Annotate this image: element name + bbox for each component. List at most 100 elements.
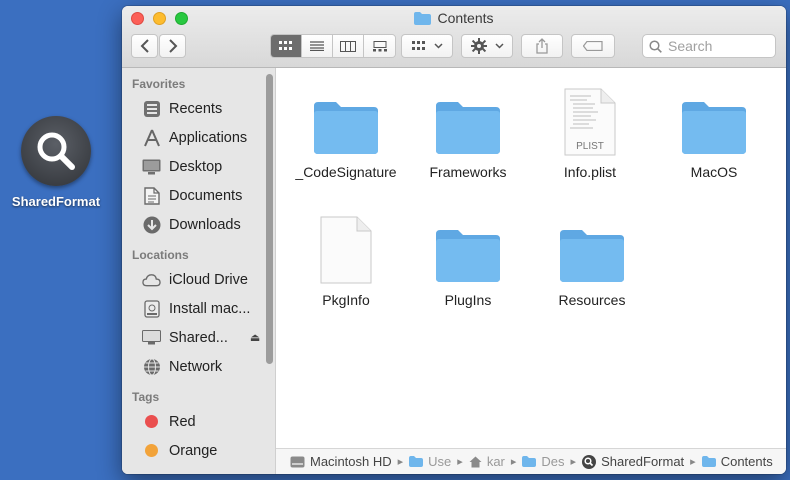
applications-icon	[142, 128, 161, 147]
search-field[interactable]	[642, 34, 776, 58]
folder-icon	[414, 11, 432, 25]
chevron-right-icon: ▸	[510, 456, 517, 468]
sidebar-item-tag-orange[interactable]: Orange	[122, 436, 275, 465]
view-mode-control	[270, 34, 396, 58]
sidebar-item-label: Install mac...	[169, 300, 251, 317]
path-crumb-users[interactable]: Use	[409, 454, 451, 469]
gallery-view-button[interactable]	[364, 35, 395, 57]
eject-icon[interactable]: ⏏	[250, 331, 260, 344]
file-item-frameworks[interactable]: Frameworks	[400, 78, 536, 180]
hard-drive-icon	[290, 456, 305, 467]
sidebar-item-label: Desktop	[169, 158, 223, 175]
display-icon	[142, 328, 161, 347]
sidebar-heading-favorites: Favorites	[132, 77, 186, 91]
plist-badge: PLIST	[576, 141, 604, 152]
path-crumb-macintosh-hd[interactable]: Macintosh HD	[290, 454, 392, 469]
sidebar: Favorites Recents Applications Desktop D…	[122, 68, 276, 474]
download-icon	[142, 215, 161, 234]
crumb-label: SharedFormat	[601, 454, 685, 469]
file-item-plugins[interactable]: PlugIns	[400, 206, 536, 308]
back-button[interactable]	[131, 34, 158, 58]
sidebar-item-shared[interactable]: Shared... ⏏	[122, 323, 275, 352]
sidebar-item-label: Downloads	[169, 216, 241, 233]
folder-icon	[436, 102, 500, 154]
sidebar-scrollbar[interactable]	[266, 74, 273, 364]
crumb-label: Des	[541, 454, 565, 469]
chevron-right-icon: ▸	[570, 456, 577, 468]
file-grid: _CodeSignature Frameworks PLIST Info.pli…	[276, 68, 786, 448]
desktop-icon-label: SharedFormat	[11, 194, 101, 209]
folder-icon	[314, 102, 378, 154]
grid-icon	[279, 41, 292, 50]
sidebar-item-label: Shared...	[169, 329, 228, 346]
sidebar-item-label: Documents	[169, 187, 243, 204]
desktop-icon	[142, 157, 161, 176]
sidebar-item-icloud-drive[interactable]: iCloud Drive	[122, 265, 275, 294]
globe-icon	[142, 357, 161, 376]
file-item-macos[interactable]: MacOS	[646, 78, 782, 180]
folder-icon	[522, 456, 537, 467]
sidebar-item-label: Applications	[169, 129, 248, 146]
sidebar-heading-tags: Tags	[132, 390, 160, 404]
file-name: Resources	[558, 292, 626, 308]
file-name: PlugIns	[444, 292, 492, 308]
gallery-icon	[372, 40, 387, 51]
chevron-right-icon: ▸	[397, 456, 404, 468]
list-view-button[interactable]	[302, 35, 333, 57]
red-tag-dot	[145, 415, 158, 428]
share-button[interactable]	[521, 34, 563, 58]
folder-icon	[682, 102, 746, 154]
sidebar-item-label: iCloud Drive	[169, 271, 248, 288]
chevron-right-icon: ▸	[457, 456, 463, 468]
sidebar-item-label: Orange	[169, 442, 218, 459]
file-name: _CodeSignature	[295, 164, 397, 180]
magnifier-icon	[21, 116, 91, 186]
sidebar-item-recents[interactable]: Recents	[122, 94, 275, 123]
action-menu-button[interactable]	[461, 34, 513, 58]
magnifier-icon	[582, 454, 597, 469]
sidebar-item-downloads[interactable]: Downloads	[122, 210, 275, 239]
folder-icon	[409, 456, 424, 467]
finder-window: Contents Search Favorites Recents Applic…	[122, 6, 786, 474]
column-view-button[interactable]	[333, 35, 364, 57]
sidebar-item-label: Network	[169, 358, 223, 375]
sidebar-item-network[interactable]: Network	[122, 352, 275, 381]
path-crumb-sharedformat[interactable]: SharedFormat	[582, 454, 684, 469]
sidebar-item-label: Red	[169, 413, 196, 430]
path-bar: Macintosh HD ▸ Use ▸ kar ▸ Des ▸ SharedF…	[276, 448, 786, 474]
path-crumb-home[interactable]: kar	[469, 454, 505, 469]
crumb-label: Macintosh HD	[310, 454, 392, 469]
file-item-pkginfo[interactable]: PkgInfo	[278, 206, 414, 308]
clock-icon	[142, 99, 161, 118]
sidebar-item-documents[interactable]: Documents	[122, 181, 275, 210]
desktop-app-icon[interactable]: SharedFormat	[4, 112, 108, 209]
list-icon	[310, 41, 324, 51]
group-by-button[interactable]	[401, 34, 453, 58]
path-crumb-contents[interactable]: Contents	[701, 454, 773, 469]
sidebar-item-desktop[interactable]: Desktop	[122, 152, 275, 181]
forward-button[interactable]	[159, 34, 186, 58]
orange-tag-dot	[145, 444, 158, 457]
icon-view-button[interactable]	[271, 35, 302, 57]
columns-icon	[340, 40, 356, 52]
file-item-codesignature[interactable]: _CodeSignature	[278, 78, 414, 180]
tags-button[interactable]	[571, 34, 615, 58]
folder-icon	[436, 230, 500, 282]
file-name: PkgInfo	[322, 292, 370, 308]
sidebar-item-install-mac[interactable]: Install mac...	[122, 294, 275, 323]
path-crumb-desktop[interactable]: Des	[522, 454, 565, 469]
document-icon	[142, 186, 161, 205]
file-item-resources[interactable]: Resources	[524, 206, 660, 308]
plist-file-icon: PLIST	[564, 88, 616, 156]
sidebar-item-applications[interactable]: Applications	[122, 123, 275, 152]
crumb-label: kar	[486, 454, 505, 469]
share-icon	[536, 38, 548, 54]
chevron-left-icon	[140, 39, 149, 53]
sidebar-item-tag-red[interactable]: Red	[122, 407, 275, 436]
file-name: MacOS	[690, 164, 738, 180]
chevron-right-icon: ▸	[690, 456, 696, 468]
search-input[interactable]	[668, 38, 768, 54]
file-item-info-plist[interactable]: PLIST Info.plist	[522, 78, 658, 180]
tag-icon	[583, 41, 603, 51]
chevron-down-icon	[433, 43, 443, 49]
